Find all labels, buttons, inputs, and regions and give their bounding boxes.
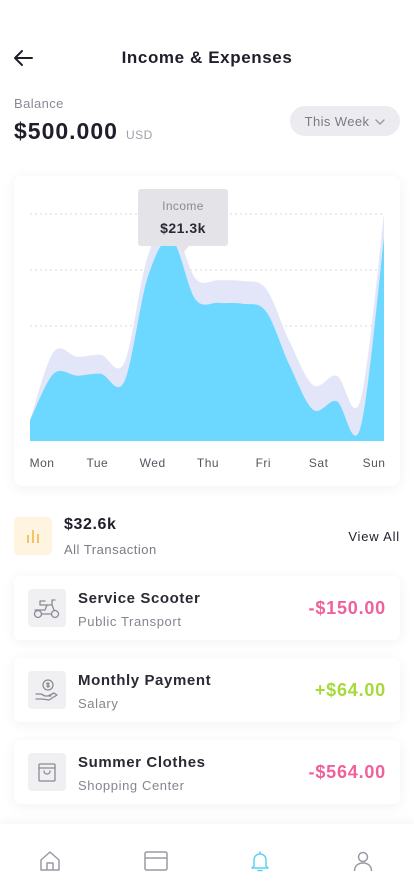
x-tick-label: Tue: [86, 456, 109, 470]
nav-profile[interactable]: [348, 846, 378, 876]
chart-tooltip: Income $21.3k: [138, 189, 228, 253]
nav-notifications[interactable]: [245, 846, 275, 876]
x-tick-label: Wed: [139, 456, 166, 470]
balance-label: Balance: [14, 96, 64, 111]
balance-value: $500.000: [14, 118, 118, 144]
bell-icon: [251, 851, 269, 872]
transaction-amount: -$150.00: [308, 598, 386, 618]
tooltip-value: $21.3k: [160, 220, 206, 236]
transaction-category: Shopping Center: [78, 778, 185, 793]
chevron-down-icon: [375, 114, 386, 129]
x-axis-labels: Mon Tue Wed Thu Fri Sat Sun: [14, 456, 400, 476]
period-dropdown[interactable]: This Week: [290, 106, 400, 136]
x-tick-label: Fri: [255, 456, 272, 470]
nav-home[interactable]: [35, 846, 65, 876]
x-tick-label: Sun: [362, 456, 386, 470]
transaction-amount: -$564.00: [308, 762, 386, 782]
transaction-category: Salary: [78, 696, 119, 711]
summary-amount: $32.6k: [64, 516, 117, 533]
transaction-amount: +$64.00: [314, 680, 386, 700]
shopping-bag-icon: [28, 753, 66, 791]
nav-cards[interactable]: [141, 846, 171, 876]
transactions-summary: $32.6k All Transaction View All: [14, 514, 400, 558]
balance-currency: USD: [125, 128, 153, 142]
user-icon: [353, 851, 373, 872]
page-title: Income & Expenses: [121, 48, 293, 67]
card-icon: [144, 851, 168, 871]
summary-label: All Transaction: [64, 542, 157, 557]
x-tick-label: Mon: [29, 456, 55, 470]
bar-chart-icon: [14, 517, 52, 555]
x-tick-label: Sat: [308, 456, 329, 470]
transaction-title: Service Scooter: [78, 590, 201, 607]
balance-row: $500.000 USD: [14, 118, 153, 145]
transaction-title: Monthly Payment: [78, 672, 212, 689]
transaction-item[interactable]: Service Scooter Public Transport -$150.0…: [14, 576, 400, 640]
period-selected-value: This Week: [304, 113, 370, 129]
home-icon: [40, 851, 60, 871]
bottom-navigation: [0, 824, 414, 896]
tooltip-label: Income: [162, 199, 204, 213]
transaction-category: Public Transport: [78, 614, 182, 629]
series-area-income: [30, 237, 384, 441]
view-all-link[interactable]: View All: [348, 529, 400, 544]
salary-icon: [28, 671, 66, 709]
app-header: Income & Expenses: [0, 36, 414, 80]
scooter-icon: [28, 589, 66, 627]
x-tick-label: Thu: [196, 456, 220, 470]
transaction-item[interactable]: Summer Clothes Shopping Center -$564.00: [14, 740, 400, 804]
transaction-title: Summer Clothes: [78, 754, 206, 771]
income-chart-card: Income $21.3k Mon Tue Wed Thu Fri Sat Sun: [14, 176, 400, 486]
transaction-item[interactable]: Monthly Payment Salary +$64.00: [14, 658, 400, 722]
